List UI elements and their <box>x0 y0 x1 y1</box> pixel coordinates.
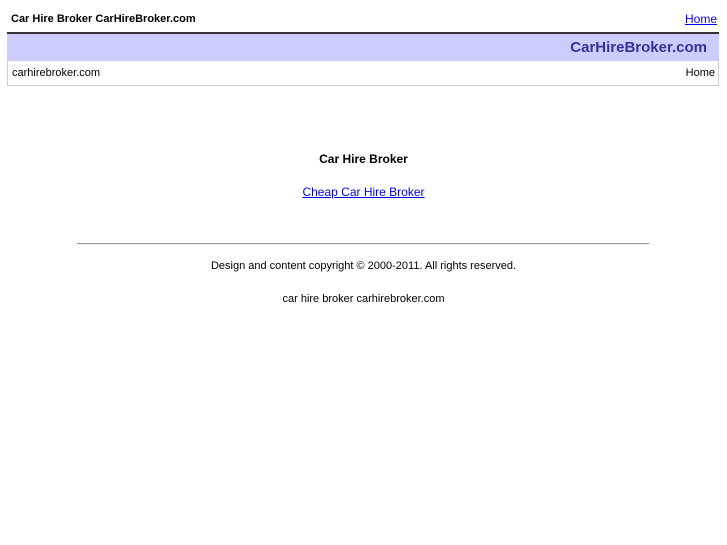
copyright-text: Design and content copyright © 2000-2011… <box>210 260 517 272</box>
divider <box>77 243 649 245</box>
banner: CarHireBroker.com <box>7 32 719 61</box>
page-title: Car Hire Broker <box>319 152 408 166</box>
breadcrumb: carhirebroker.com Home <box>7 61 719 86</box>
cheap-car-hire-link[interactable]: Cheap Car Hire Broker <box>302 185 424 199</box>
footer: Design and content copyright © 2000-2011… <box>0 258 727 307</box>
top-bar: Car Hire Broker CarHireBroker.com Home <box>8 7 717 31</box>
breadcrumb-current: Home <box>685 67 715 79</box>
main-content: Car Hire Broker Cheap Car Hire Broker <box>0 150 727 201</box>
footer-tagline: car hire broker carhirebroker.com <box>282 293 445 305</box>
breadcrumb-site: carhirebroker.com <box>12 67 101 79</box>
home-link[interactable]: Home <box>685 12 717 26</box>
banner-title: CarHireBroker.com <box>570 39 707 56</box>
site-title: Car Hire Broker CarHireBroker.com <box>11 13 196 25</box>
